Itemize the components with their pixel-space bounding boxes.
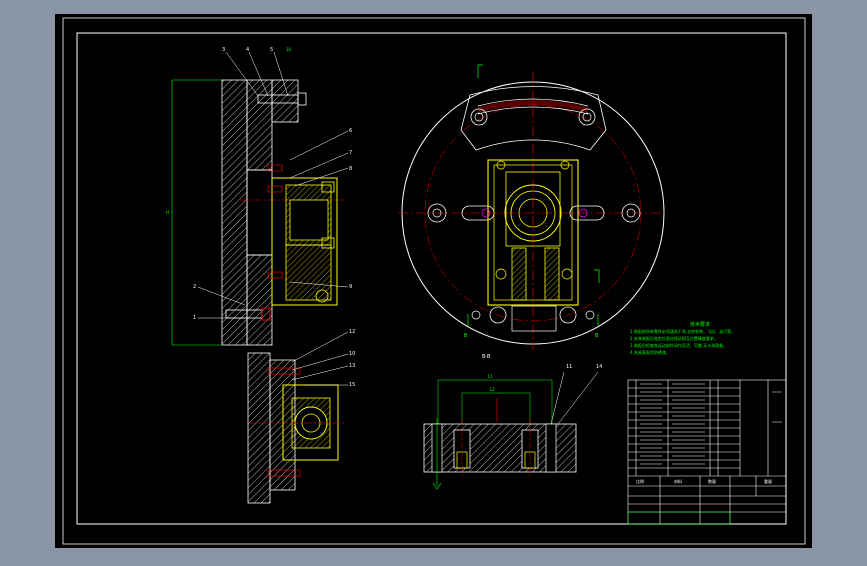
balloon-12: 12 (349, 329, 355, 335)
cad-drawing: H 3 4 5 16 6 7 8 9 2 1 12 10 13 15 11 14… (55, 14, 812, 548)
notes-title: 技术要求 (690, 321, 710, 328)
balloon-6: 6 (349, 128, 352, 134)
balloon-8: 8 (349, 166, 352, 172)
section-marker-left: B (464, 333, 468, 339)
balloon-3: 3 (222, 47, 225, 53)
balloon-10: 10 (349, 351, 355, 357)
balloon-9: 9 (349, 284, 352, 290)
balloon-4: 4 (246, 47, 249, 53)
side-height-dim: H (166, 210, 169, 215)
balloon-13: 13 (349, 363, 355, 369)
balloon-11: 11 (566, 364, 572, 370)
notes-line-2: 2.夹具装配后各定位面应保证相互位置精度要求。 (630, 335, 718, 341)
balloon-14: 14 (596, 364, 602, 370)
bb-dim-inner: L2 (490, 387, 495, 392)
tb-material: 材料 (674, 478, 682, 484)
section-bb-caption: B-B (482, 354, 491, 360)
balloon-7: 7 (349, 150, 352, 156)
balloon-16: 16 (286, 47, 292, 52)
bb-dim-outer: L1 (488, 374, 493, 379)
tb-scale: 比例 (636, 478, 644, 484)
balloon-1: 1 (193, 315, 196, 321)
balloon-5: 5 (270, 47, 273, 53)
notes-line-3: 3.装配后检查各运动部件动作灵活、可靠,无卡滞现象。 (630, 342, 727, 348)
cad-viewport: H 3 4 5 16 6 7 8 9 2 1 12 10 13 15 11 14… (0, 0, 867, 562)
tb-quantity: 数量 (708, 478, 716, 484)
balloon-2: 2 (193, 284, 196, 290)
tb-weight: 重量 (764, 478, 772, 484)
notes-line-4: 4.夹具表面涂防锈漆。 (630, 349, 670, 355)
section-marker-right: B (595, 333, 599, 339)
balloon-15: 15 (349, 382, 355, 388)
notes-line-1: 1.装配前所有零件必须清洗干净,去除毛刺、飞边、油污等。 (630, 328, 735, 334)
